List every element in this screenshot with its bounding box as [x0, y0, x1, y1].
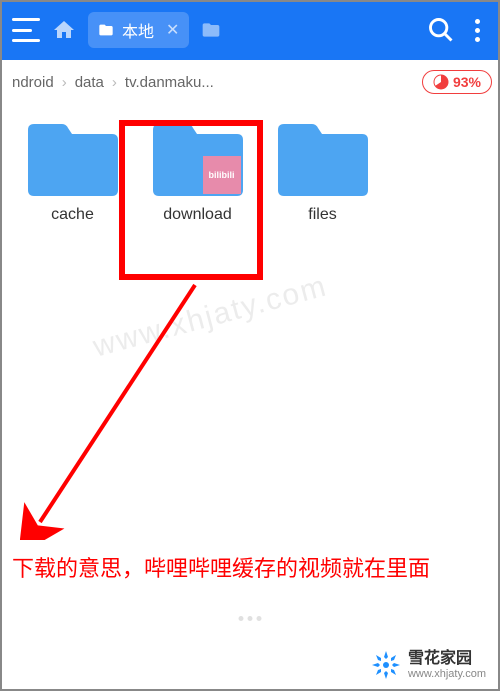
- logo-title: 雪花家园: [408, 650, 486, 668]
- folder-label: download: [163, 206, 232, 224]
- bilibili-icon: bilibili: [203, 156, 241, 194]
- pie-chart-icon: [433, 74, 449, 90]
- folder-icon: [98, 22, 114, 38]
- folder-files[interactable]: files: [275, 124, 370, 224]
- chevron-right-icon: ›: [62, 74, 67, 91]
- breadcrumb-item[interactable]: data: [71, 72, 108, 93]
- snowflake-icon: [370, 649, 402, 681]
- watermark: www.xhjaty.com: [90, 269, 331, 364]
- folder-grid: cache bilibili download files: [0, 104, 500, 244]
- breadcrumb-item[interactable]: tv.danmaku...: [121, 72, 218, 93]
- new-tab-icon[interactable]: [201, 20, 221, 40]
- storage-percent: 93%: [453, 74, 481, 90]
- home-icon[interactable]: [52, 18, 76, 42]
- folder-icon: bilibili: [153, 124, 243, 196]
- folder-icon: [278, 124, 368, 196]
- folder-download[interactable]: bilibili download: [150, 124, 245, 224]
- breadcrumb-item[interactable]: ndroid: [8, 72, 58, 93]
- breadcrumb: ndroid › data › tv.danmaku... 93%: [0, 60, 500, 104]
- folder-label: files: [308, 206, 336, 224]
- folder-cache[interactable]: cache: [25, 124, 120, 224]
- tab-label: 本地: [122, 18, 154, 42]
- tab-local[interactable]: 本地 ✕: [88, 12, 189, 48]
- drag-handle-icon: [239, 616, 262, 621]
- source-logo: 雪花家园 www.xhjaty.com: [370, 649, 486, 681]
- app-header: 本地 ✕: [0, 0, 500, 60]
- folder-icon: [28, 124, 118, 196]
- annotation-arrow: [20, 280, 240, 540]
- menu-icon[interactable]: [12, 18, 40, 42]
- logo-url: www.xhjaty.com: [408, 668, 486, 680]
- chevron-right-icon: ›: [112, 74, 117, 91]
- storage-badge[interactable]: 93%: [422, 70, 492, 94]
- close-icon[interactable]: ✕: [166, 20, 179, 40]
- more-icon[interactable]: [467, 15, 488, 46]
- folder-label: cache: [51, 206, 94, 224]
- annotation-text: 下载的意思，哔哩哔哩缓存的视频就在里面: [12, 552, 488, 585]
- search-icon[interactable]: [427, 16, 455, 44]
